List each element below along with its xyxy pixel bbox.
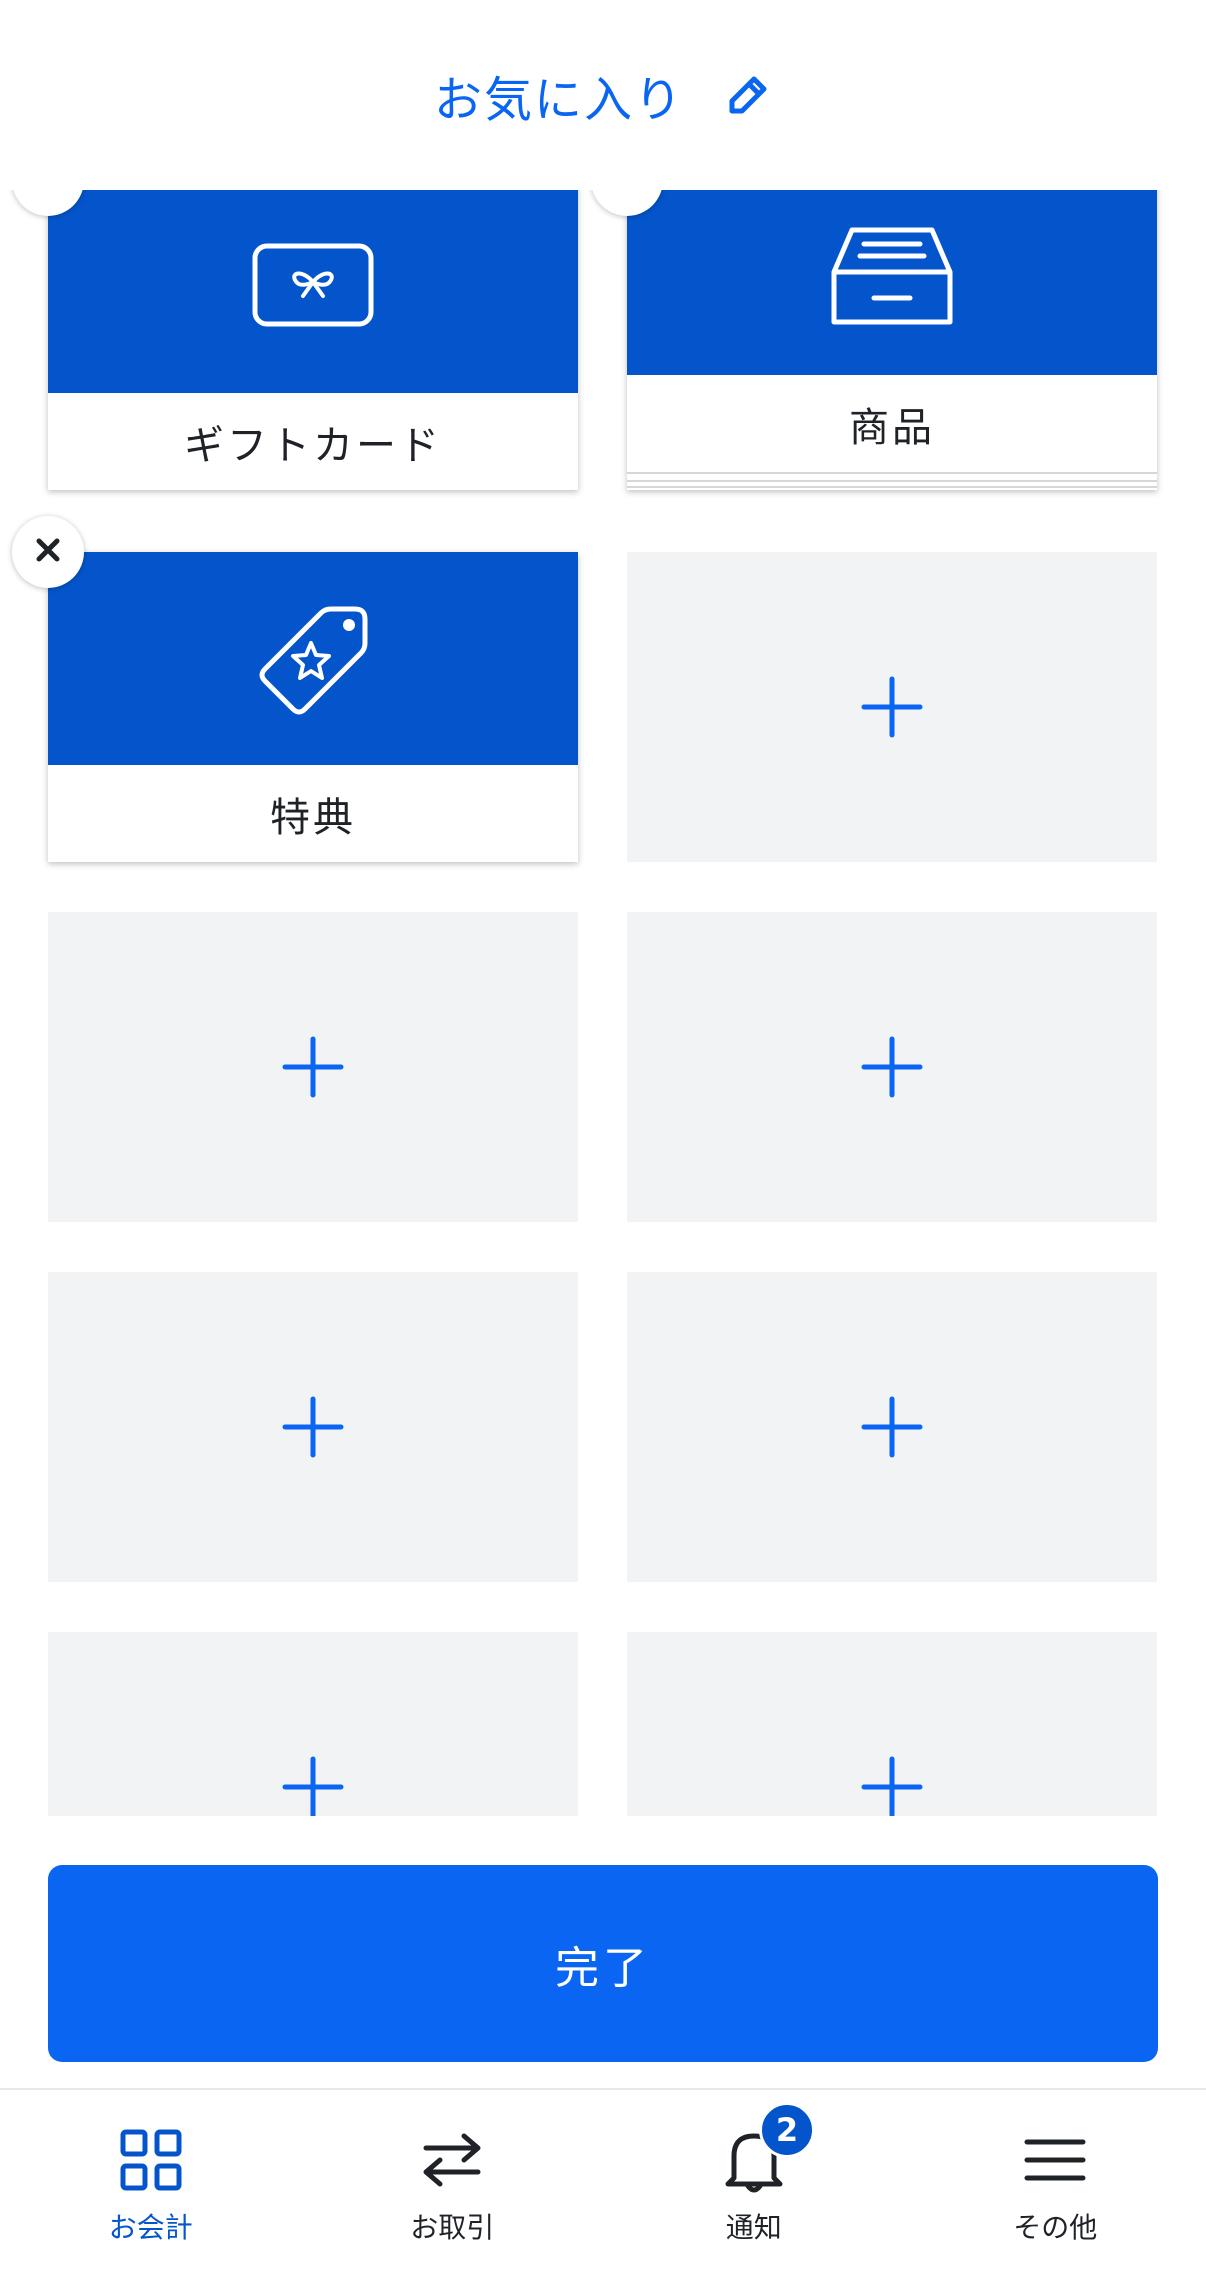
tile-gift-card[interactable]: ギフトカード <box>48 190 578 490</box>
favorites-screen: お気に入り ギフトカード 商品 特典 完了 お会計 お取引 2 通知 その他 <box>0 0 1206 2293</box>
tile-rewards[interactable]: 特典 <box>48 552 578 862</box>
nav-item-more[interactable]: その他 <box>905 2090 1206 2293</box>
transfer-arrows-icon <box>418 2126 486 2194</box>
plus-icon <box>860 1395 924 1459</box>
favorites-grid: ギフトカード 商品 特典 <box>0 190 1206 1816</box>
nav-item-notifications[interactable]: 2 通知 <box>603 2090 905 2293</box>
empty-tile[interactable] <box>627 1632 1157 1816</box>
page-title: お気に入り <box>433 72 684 128</box>
plus-icon <box>860 675 924 739</box>
empty-tile[interactable] <box>48 912 578 1222</box>
bottom-nav: お会計 お取引 2 通知 その他 <box>0 2088 1206 2293</box>
close-icon <box>34 536 62 568</box>
gift-card-icon <box>251 242 375 332</box>
menu-icon <box>1021 2126 1089 2194</box>
grid-icon <box>117 2126 185 2194</box>
tile-label: ギフトカード <box>184 422 442 469</box>
remove-rewards-button[interactable] <box>12 516 84 588</box>
nav-item-checkout[interactable]: お会計 <box>0 2090 302 2293</box>
inventory-tray-icon <box>830 226 954 330</box>
plus-icon <box>281 1395 345 1459</box>
notification-count-badge: 2 <box>759 2102 815 2158</box>
empty-tile[interactable] <box>627 552 1157 862</box>
plus-icon <box>860 1035 924 1099</box>
nav-label: 通知 <box>725 2211 782 2244</box>
chevron-up-icon <box>34 190 62 196</box>
empty-tile[interactable] <box>627 912 1157 1222</box>
empty-tile[interactable] <box>627 1272 1157 1582</box>
tile-label: 特典 <box>270 794 356 841</box>
header: お気に入り <box>0 0 1206 190</box>
empty-tile[interactable] <box>48 1632 578 1816</box>
nav-item-transactions[interactable]: お取引 <box>302 2090 604 2293</box>
chevron-up-icon <box>613 190 641 196</box>
reward-tag-icon <box>251 595 375 723</box>
pencil-icon[interactable] <box>724 71 772 119</box>
stack-indicator <box>627 472 1157 490</box>
nav-label: その他 <box>1013 2211 1098 2244</box>
tile-products[interactable]: 商品 <box>627 190 1157 490</box>
plus-icon <box>281 1035 345 1099</box>
done-button[interactable]: 完了 <box>48 1865 1158 2062</box>
nav-label: お会計 <box>108 2211 193 2244</box>
tile-label: 商品 <box>849 404 935 451</box>
nav-label: お取引 <box>410 2211 495 2244</box>
plus-icon <box>860 1755 924 1816</box>
empty-tile[interactable] <box>48 1272 578 1582</box>
plus-icon <box>281 1755 345 1816</box>
